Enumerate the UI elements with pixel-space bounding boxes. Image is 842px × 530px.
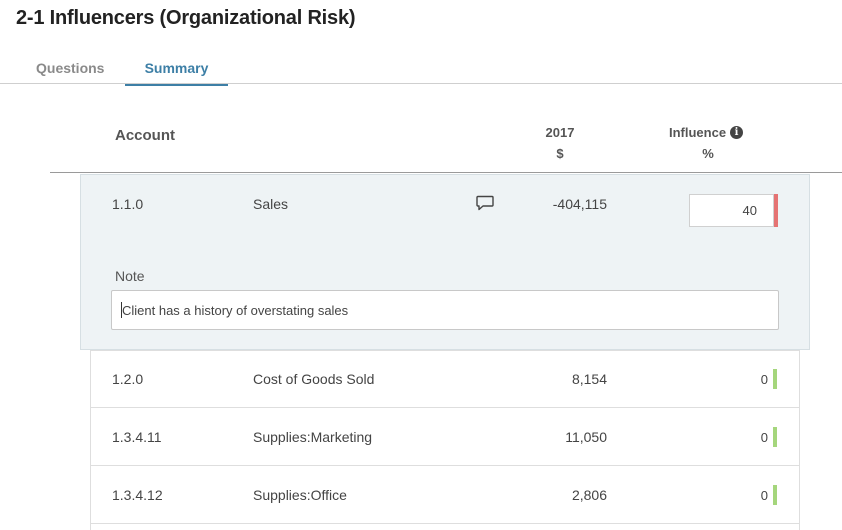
column-header-account[interactable]: Account (115, 127, 175, 144)
risk-indicator-bar (773, 427, 777, 447)
account-name: Sales (253, 196, 289, 212)
comment-icon[interactable] (476, 195, 494, 211)
account-amount: 2,806 (571, 487, 607, 503)
text-caret (121, 302, 122, 318)
note-label: Note (115, 268, 145, 284)
account-name: Cost of Goods Sold (253, 371, 375, 387)
risk-indicator-bar (773, 369, 777, 389)
account-code: 1.3.4.11 (112, 429, 162, 445)
page-title: 2-1 Influencers (Organizational Risk) (16, 7, 356, 29)
risk-indicator-bar (773, 485, 777, 505)
influence-value[interactable]: 0 (730, 488, 768, 503)
note-input[interactable]: Client has a history of overstating sale… (111, 290, 779, 330)
influence-input[interactable]: 40 (689, 194, 774, 227)
influence-header-label: Influence (669, 125, 727, 140)
account-amount: -404,115 (552, 196, 607, 212)
tab-summary[interactable]: Summary (125, 60, 228, 86)
account-code: 1.2.0 (112, 371, 144, 387)
account-amount: 8,154 (571, 371, 607, 387)
account-amount: 11,050 (565, 429, 607, 445)
table-row[interactable] (90, 408, 800, 466)
column-header-year: 2017 (545, 125, 575, 140)
account-name: Supplies:Marketing (253, 429, 373, 445)
account-code: 1.3.4.12 (112, 487, 163, 503)
risk-indicator-bar (774, 194, 778, 227)
tab-bar: Questions Summary (0, 56, 842, 86)
tab-questions[interactable]: Questions (36, 60, 104, 84)
info-icon[interactable]: i (730, 126, 744, 139)
table-row[interactable] (90, 466, 800, 524)
table-row[interactable] (90, 524, 800, 530)
column-header-influence: Influence i (669, 125, 744, 140)
column-header-influence-unit: % (702, 146, 714, 161)
header-divider (50, 172, 842, 173)
table-row[interactable] (90, 350, 800, 408)
influence-value[interactable]: 0 (730, 430, 768, 445)
account-code: 1.1.0 (112, 196, 144, 212)
column-header-currency: $ (556, 146, 564, 161)
influence-value[interactable]: 0 (730, 372, 768, 387)
account-name: Supplies:Office (253, 487, 347, 503)
